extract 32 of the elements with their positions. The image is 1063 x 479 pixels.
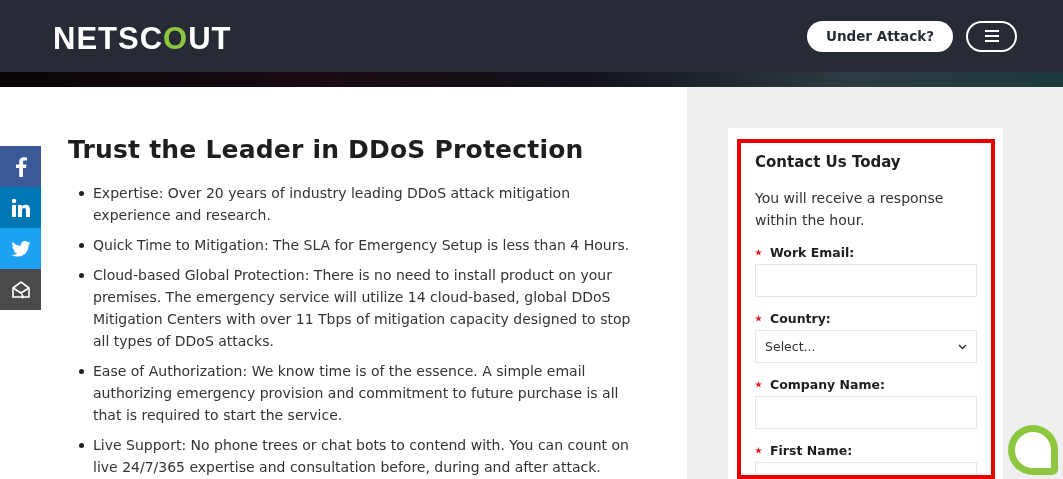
input-field[interactable] — [755, 396, 977, 429]
form-title: Contact Us Today — [755, 153, 902, 171]
bullet-text: Expertise: Over 20 years of industry leading DDoS attack mitigation experience and research. — [93, 184, 572, 225]
menu-button[interactable] — [966, 20, 1017, 52]
menu-icon — [984, 30, 999, 42]
field-label: Company Name: — [770, 377, 885, 392]
bullet-icon — [79, 273, 84, 278]
under-attack-button[interactable]: Under Attack? — [806, 20, 953, 52]
bird-icon — [10, 240, 31, 257]
field-label: Country: — [770, 311, 831, 326]
in-logo-icon — [11, 198, 30, 217]
bullet-text: Live Support: No phone trees or chat bots to contend with. You can count on live 24/7/365 expertise and consultation before, during and after attack. — [93, 436, 630, 477]
bullet-icon — [79, 191, 84, 196]
share-button[interactable] — [0, 146, 41, 187]
bullet-text: Quick Time to Mitigation: The SLA for Emergency Setup is less than 4 Hours. — [93, 236, 630, 255]
share-button[interactable] — [0, 187, 41, 228]
envelope-icon — [10, 279, 31, 300]
bullet-text: Cloud-based Global Protection: There is no need to install product on your premises. The emergency service will utilize 14 cloud-based, global DDoS Mitigation Centers with over 11 Tbps of mitigation capacity designed to stop all types of DDoS attacks. — [93, 266, 632, 351]
bullet-text: Ease of Authorization: We know time is of the essence. A simple email authorizing emergency provision and commitment to future purchase is all that is required to start the service. — [93, 362, 620, 425]
field-label: Work Email: — [770, 245, 855, 260]
bullet-icon — [79, 369, 84, 374]
form-intro: You will receive a response within the hour. — [755, 189, 945, 230]
f-logo-icon — [14, 156, 27, 177]
page-heading: Trust the Leader in DDoS Protection — [68, 135, 585, 164]
netscout-logo[interactable]: NETSCOUT — [53, 14, 232, 58]
field-label: First Name: — [770, 443, 853, 458]
input-field[interactable] — [755, 264, 977, 297]
country-select[interactable]: Select... — [755, 330, 977, 363]
share-button[interactable] — [0, 269, 41, 310]
bullet-icon — [79, 243, 84, 248]
bullet-icon — [79, 443, 84, 448]
chevron-down-icon — [958, 343, 967, 350]
